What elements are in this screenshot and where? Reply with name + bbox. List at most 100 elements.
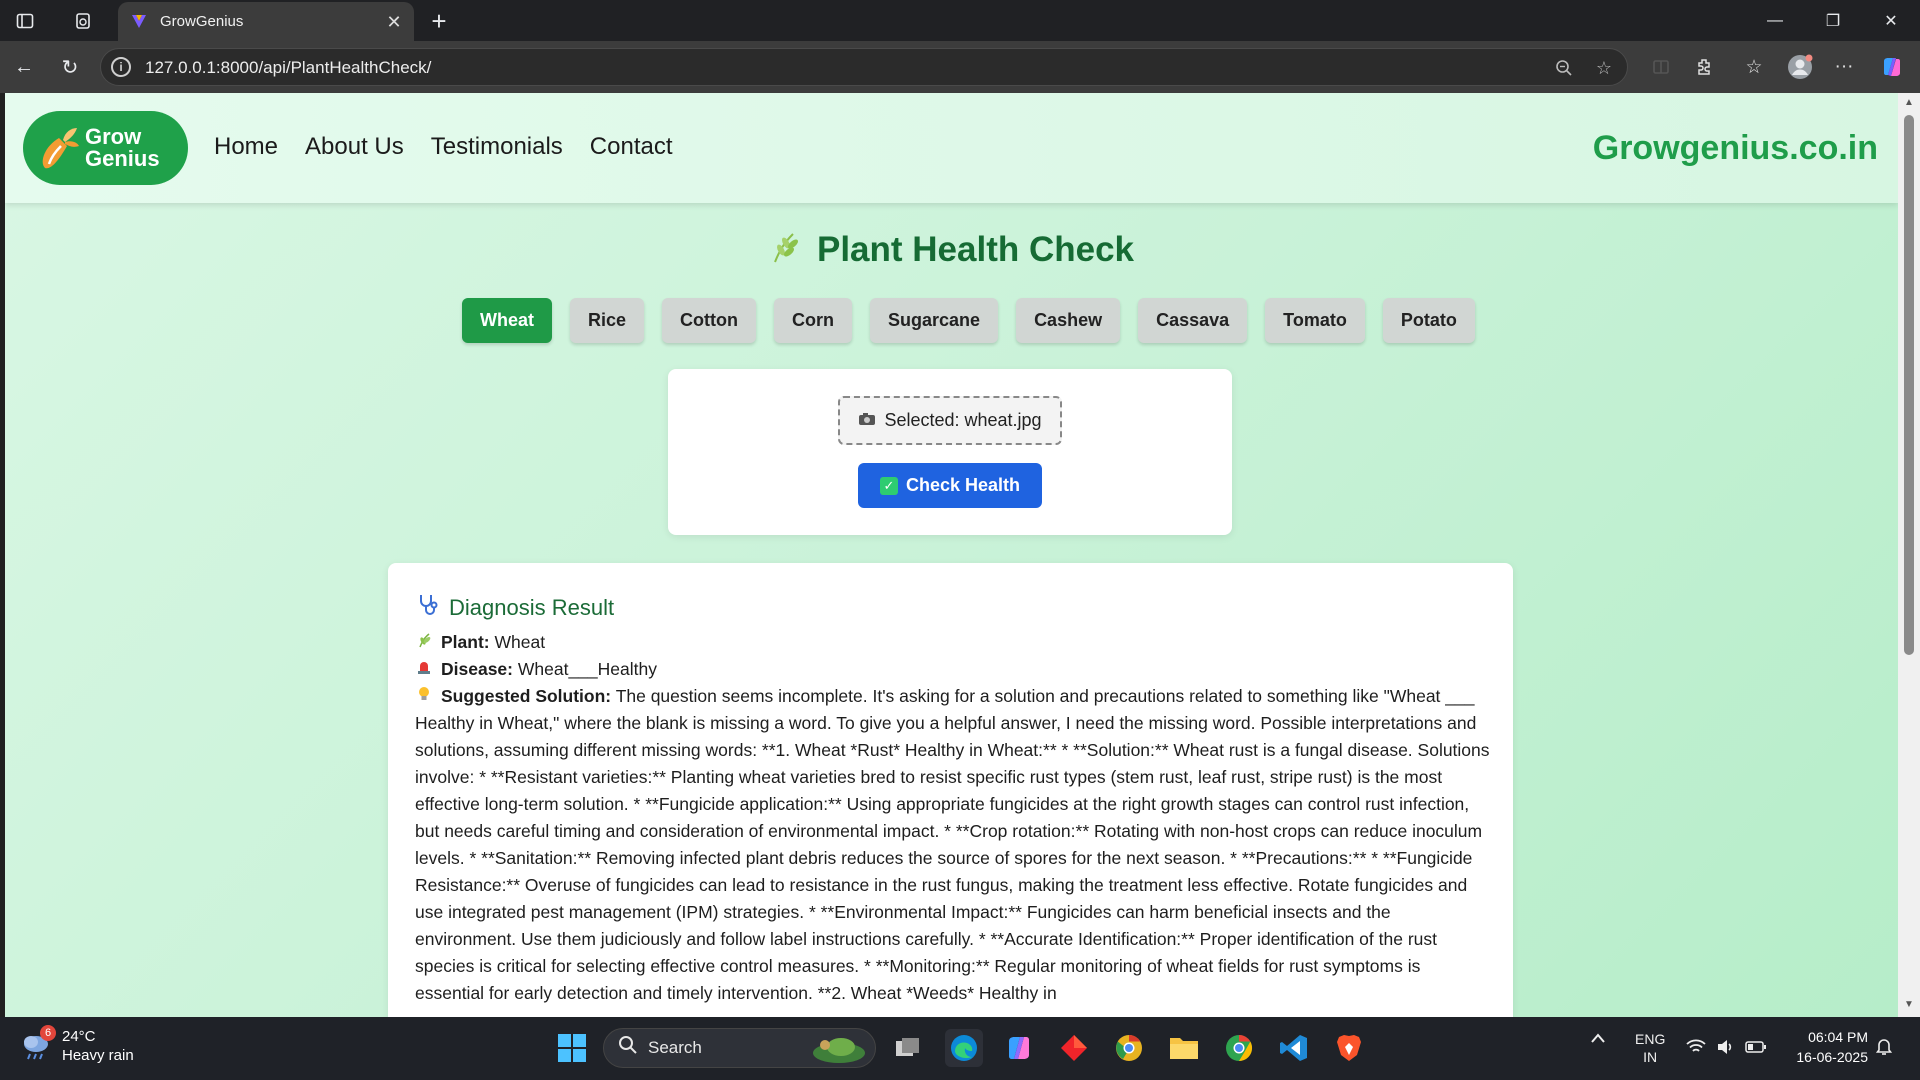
logo-line-1: Grow — [85, 124, 142, 149]
notification-bell-icon[interactable] — [1875, 1037, 1893, 1058]
crop-button-sugarcane[interactable]: Sugarcane — [870, 298, 999, 343]
scroll-up-arrow-icon[interactable]: ▲ — [1903, 97, 1915, 109]
chrome-icon[interactable] — [1220, 1029, 1258, 1067]
check-health-label: Check Health — [905, 475, 1021, 495]
copilot-icon[interactable] — [1878, 53, 1906, 81]
edge-browser-icon[interactable] — [945, 1029, 983, 1067]
weather-temp: 24°C — [62, 1028, 96, 1045]
red-diamond-app-icon[interactable] — [1055, 1029, 1093, 1067]
crop-button-cassava[interactable]: Cassava — [1138, 298, 1248, 343]
split-screen-icon[interactable] — [1647, 53, 1675, 81]
growgenius-logo[interactable]: Grow Genius — [23, 111, 188, 185]
new-tab-button[interactable]: + — [424, 6, 454, 36]
lightbulb-icon — [415, 683, 433, 710]
diagnosis-result-title: Diagnosis Result — [449, 595, 615, 620]
language-indicator[interactable]: ENG IN — [1635, 1030, 1665, 1066]
plant-label: Plant: — [441, 632, 490, 652]
crop-button-cotton[interactable]: Cotton — [662, 298, 757, 343]
close-tab-icon[interactable]: ✕ — [382, 10, 406, 34]
scrollbar-thumb[interactable] — [1904, 115, 1914, 655]
wheat-icon — [769, 230, 799, 273]
upload-card: Selected: wheat.jpg ✓ Check Health — [668, 369, 1232, 535]
nav-testimonials[interactable]: Testimonials — [431, 133, 563, 161]
solution-row: Suggested Solution: The question seems i… — [415, 683, 1493, 1007]
vscode-icon[interactable] — [1275, 1029, 1313, 1067]
disease-row: Disease: Wheat___Healthy — [415, 656, 1493, 683]
profile-avatar[interactable] — [1786, 53, 1814, 81]
main-nav: Home About Us Testimonials Contact — [214, 133, 700, 161]
copilot-app-icon[interactable] — [1000, 1029, 1038, 1067]
favorites-icon[interactable]: ☆ — [1740, 53, 1768, 81]
logo-line-2: Genius — [85, 146, 160, 171]
workspaces-icon[interactable] — [70, 8, 96, 34]
reload-icon[interactable]: ↻ — [56, 53, 84, 81]
check-health-button[interactable]: ✓ Check Health — [858, 463, 1042, 508]
chrome-canary-icon[interactable] — [1110, 1029, 1148, 1067]
stethoscope-icon — [417, 593, 439, 623]
minimize-button[interactable]: — — [1746, 0, 1804, 41]
weather-widget[interactable]: 6 24°C Heavy rain — [20, 1025, 134, 1065]
crop-button-wheat[interactable]: Wheat — [462, 298, 552, 343]
site-header: Grow Genius Home About Us Testimonials C… — [5, 93, 1898, 203]
crop-button-potato[interactable]: Potato — [1382, 298, 1475, 343]
taskbar-search[interactable]: Search — [603, 1028, 876, 1068]
favorite-star-icon[interactable]: ☆ — [1593, 57, 1615, 79]
battery-icon[interactable] — [1745, 1040, 1767, 1056]
zoom-icon[interactable] — [1553, 57, 1575, 79]
extensions-icon[interactable] — [1690, 53, 1718, 81]
plant-row: Plant: Wheat — [415, 629, 1493, 656]
solution-label: Suggested Solution: — [441, 686, 612, 706]
camera-icon — [858, 410, 876, 431]
nav-contact[interactable]: Contact — [590, 133, 673, 161]
clock-time: 06:04 PM — [1808, 1029, 1868, 1045]
site-info-icon[interactable]: i — [111, 57, 131, 77]
tab-growgenius[interactable]: GrowGenius ✕ — [118, 2, 414, 41]
disease-value: Wheat___Healthy — [517, 659, 657, 679]
clock-date: 16-06-2025 — [1796, 1049, 1868, 1065]
scroll-down-arrow-icon[interactable]: ▼ — [1903, 999, 1915, 1011]
brave-browser-icon[interactable] — [1330, 1029, 1368, 1067]
page-viewport: Grow Genius Home About Us Testimonials C… — [5, 93, 1898, 1017]
weather-desc: Heavy rain — [62, 1047, 134, 1064]
windows-logo-icon — [558, 1034, 586, 1062]
nav-home[interactable]: Home — [214, 133, 278, 161]
plant-value: Wheat — [494, 632, 546, 652]
crop-button-rice[interactable]: Rice — [570, 298, 645, 343]
start-button[interactable] — [553, 1029, 591, 1067]
site-domain[interactable]: Growgenius.co.in — [1593, 129, 1878, 168]
close-window-button[interactable]: ✕ — [1862, 0, 1920, 41]
restore-button[interactable]: ❐ — [1804, 0, 1862, 41]
task-view-icon[interactable] — [889, 1029, 927, 1067]
page-title: Plant Health Check — [816, 230, 1135, 269]
search-icon — [618, 1035, 638, 1061]
volume-icon[interactable] — [1716, 1039, 1734, 1058]
nav-about-us[interactable]: About Us — [305, 133, 404, 161]
crop-button-corn[interactable]: Corn — [774, 298, 853, 343]
page-scrollbar[interactable]: ▲ ▼ — [1898, 93, 1920, 1017]
browser-tab-bar: GrowGenius ✕ + — ❐ ✕ — [0, 0, 1920, 41]
wifi-icon[interactable] — [1686, 1039, 1706, 1058]
url-text[interactable]: 127.0.0.1:8000/api/PlantHealthCheck/ — [145, 58, 431, 78]
crop-button-cashew[interactable]: Cashew — [1016, 298, 1121, 343]
lang-code: ENG — [1635, 1031, 1666, 1047]
tray-overflow-icon[interactable] — [1590, 1031, 1606, 1047]
diagnosis-result-card: Diagnosis Result Plant: Wheat Disease: W… — [388, 563, 1513, 1017]
search-highlight-icon — [811, 1033, 867, 1070]
weather-badge: 6 — [40, 1025, 56, 1041]
solution-text: The question seems incomplete. It's aski… — [415, 686, 1490, 1003]
system-clock[interactable]: 06:04 PM 16-06-2025 — [1788, 1027, 1868, 1067]
crop-selector: Wheat Rice Cotton Corn Sugarcane Cashew … — [462, 298, 1493, 343]
carrot-logo-icon — [42, 128, 79, 169]
address-bar[interactable]: i 127.0.0.1:8000/api/PlantHealthCheck/ ☆ — [100, 48, 1628, 86]
more-menu-icon[interactable]: ··· — [1830, 53, 1858, 81]
back-arrow-icon[interactable]: ← — [10, 53, 38, 81]
diagnosis-result-heading: Diagnosis Result — [417, 593, 614, 623]
herb-icon — [415, 629, 433, 656]
file-explorer-icon[interactable] — [1165, 1029, 1203, 1067]
selected-file-text: Selected: wheat.jpg — [884, 410, 1042, 430]
crop-button-tomato[interactable]: Tomato — [1265, 298, 1365, 343]
page-title-row: Plant Health Check — [5, 230, 1898, 273]
sidebar-toggle-icon[interactable] — [12, 8, 38, 34]
region-code: IN — [1643, 1049, 1658, 1065]
file-upload-field[interactable]: Selected: wheat.jpg — [838, 396, 1062, 445]
